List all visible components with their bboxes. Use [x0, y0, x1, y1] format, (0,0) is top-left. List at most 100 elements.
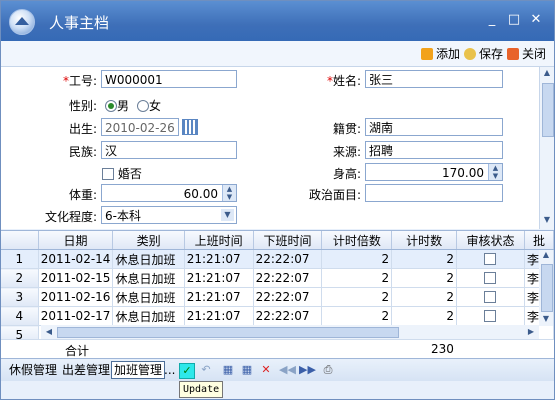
- native-label: 籍贯:: [332, 122, 361, 136]
- row-number: 2: [1, 268, 39, 288]
- print-icon[interactable]: ⎙: [321, 363, 335, 377]
- audit-checkbox[interactable]: [456, 268, 525, 288]
- emp-id-input[interactable]: W000001: [101, 70, 237, 88]
- first-page-icon[interactable]: ◀◀: [279, 363, 296, 377]
- gender-female-radio[interactable]: 女: [137, 97, 161, 114]
- type-cell[interactable]: 休息日加班: [112, 287, 185, 307]
- audit-checkbox[interactable]: [456, 287, 525, 307]
- table-row[interactable]: 4 2011-02-17 休息日加班 21:21:07 22:22:07 2 2…: [1, 306, 555, 326]
- date-cell[interactable]: 2011-02-17: [38, 306, 114, 326]
- col-header[interactable]: 审核状态: [456, 231, 525, 250]
- scroll-thumb[interactable]: [57, 327, 399, 338]
- education-select[interactable]: 6-本科 ▼: [101, 206, 237, 224]
- weight-stepper[interactable]: 60.00 ▲ ▼: [101, 184, 237, 202]
- hours-cell[interactable]: 2: [391, 268, 458, 288]
- birth-date-input[interactable]: 2010-02-26: [101, 118, 179, 136]
- on-time-cell[interactable]: 21:21:07: [184, 306, 254, 326]
- type-cell[interactable]: 休息日加班: [112, 249, 185, 269]
- toolbar: 添加 保存 关闭: [1, 41, 554, 67]
- height-stepper[interactable]: 170.00 ▲ ▼: [365, 163, 503, 181]
- off-time-cell[interactable]: 22:22:07: [253, 249, 323, 269]
- on-time-cell[interactable]: 21:21:07: [184, 249, 254, 269]
- undo-icon[interactable]: ↶: [199, 363, 213, 377]
- date-cell[interactable]: 2011-02-14: [38, 249, 114, 269]
- spin-arrows-icon[interactable]: ▲ ▼: [488, 164, 502, 180]
- col-header[interactable]: 计时数: [391, 231, 458, 250]
- weight-label: 体重:: [68, 188, 97, 202]
- off-time-cell[interactable]: 22:22:07: [253, 287, 323, 307]
- scroll-up-icon[interactable]: ▲: [541, 68, 553, 80]
- title-bar: 人事主档 _ □ ✕: [1, 1, 554, 41]
- scroll-thumb[interactable]: [542, 83, 554, 137]
- multiplier-cell[interactable]: 2: [321, 287, 393, 307]
- col-header[interactable]: 计时倍数: [321, 231, 393, 250]
- col-header[interactable]: 日期: [38, 231, 114, 250]
- bottom-tabs: 休假管理 出差管理 加班管理 ... ✓ ↶ ▦ ▦ ✕ ◀◀ ▶▶ ⎙: [1, 358, 554, 381]
- col-header[interactable]: 类别: [112, 231, 185, 250]
- form-scrollbar[interactable]: ▲ ▼: [539, 67, 554, 229]
- type-cell[interactable]: 休息日加班: [112, 306, 185, 326]
- scroll-thumb[interactable]: [541, 264, 553, 312]
- calendar-icon[interactable]: [182, 119, 198, 135]
- audit-checkbox[interactable]: [456, 249, 525, 269]
- name-label: *姓名:: [326, 74, 361, 88]
- married-checkbox[interactable]: 婚否: [102, 165, 142, 182]
- name-input[interactable]: 张三: [365, 70, 503, 88]
- off-time-cell[interactable]: 22:22:07: [253, 268, 323, 288]
- minimize-button[interactable]: _: [485, 13, 499, 27]
- add-label: 添加: [436, 47, 461, 61]
- ethnic-label: 民族:: [68, 145, 97, 159]
- checkbox-icon: [102, 168, 114, 180]
- on-time-cell[interactable]: 21:21:07: [184, 287, 254, 307]
- tab-leave[interactable]: 休假管理: [9, 362, 57, 378]
- date-cell[interactable]: 2011-02-15: [38, 268, 114, 288]
- scroll-down-icon[interactable]: ▼: [540, 314, 552, 326]
- table-row[interactable]: 2 2011-02-15 休息日加班 21:21:07 22:22:07 2 2…: [1, 268, 555, 288]
- maximize-button[interactable]: □: [507, 13, 521, 27]
- multiplier-cell[interactable]: 2: [321, 268, 393, 288]
- grid-icon[interactable]: ▦: [221, 363, 235, 377]
- table-row[interactable]: 1 2011-02-14 休息日加班 21:21:07 22:22:07 2 2…: [1, 249, 555, 269]
- close-window-button[interactable]: ✕: [529, 13, 543, 27]
- last-page-icon[interactable]: ▶▶: [299, 363, 316, 377]
- scroll-left-icon[interactable]: ◀: [43, 326, 55, 338]
- hours-cell[interactable]: 2: [391, 287, 458, 307]
- ethnic-input[interactable]: 汉: [101, 141, 237, 159]
- delete-icon[interactable]: ✕: [259, 363, 273, 377]
- add-button[interactable]: 添加: [421, 46, 460, 62]
- date-cell[interactable]: 2011-02-16: [38, 287, 114, 307]
- table-row[interactable]: 3 2011-02-16 休息日加班 21:21:07 22:22:07 2 2…: [1, 287, 555, 307]
- off-time-cell[interactable]: 22:22:07: [253, 306, 323, 326]
- grid-hscroll[interactable]: ◀ ▶: [41, 325, 539, 339]
- grid-vscroll[interactable]: ▲ ▼: [539, 250, 553, 326]
- spin-arrows-icon[interactable]: ▲ ▼: [222, 185, 236, 201]
- row-number: 4: [1, 306, 39, 326]
- scroll-down-icon[interactable]: ▼: [541, 215, 553, 227]
- col-header[interactable]: 下班时间: [253, 231, 323, 250]
- on-time-cell[interactable]: 21:21:07: [184, 268, 254, 288]
- close-button[interactable]: 关闭: [507, 46, 546, 62]
- grid-edit-icon[interactable]: ▦: [240, 363, 254, 377]
- gender-male-radio[interactable]: 男: [105, 97, 129, 114]
- hours-cell[interactable]: 2: [391, 249, 458, 269]
- native-input[interactable]: 湖南: [365, 118, 503, 136]
- col-header[interactable]: 上班时间: [184, 231, 254, 250]
- politics-input[interactable]: [365, 184, 503, 202]
- audit-checkbox[interactable]: [456, 306, 525, 326]
- scroll-up-icon[interactable]: ▲: [540, 250, 552, 262]
- tab-business-trip[interactable]: 出差管理: [62, 362, 110, 378]
- multiplier-cell[interactable]: 2: [321, 306, 393, 326]
- update-check-icon[interactable]: ✓: [179, 363, 195, 379]
- scroll-right-icon[interactable]: ▶: [525, 326, 537, 338]
- col-header[interactable]: 批: [524, 231, 555, 250]
- hours-cell[interactable]: 2: [391, 306, 458, 326]
- tab-more[interactable]: ...: [164, 362, 175, 378]
- multiplier-cell[interactable]: 2: [321, 249, 393, 269]
- tab-overtime[interactable]: 加班管理: [111, 361, 166, 379]
- save-icon: [464, 48, 476, 60]
- save-button[interactable]: 保存: [464, 46, 503, 62]
- close-label: 关闭: [522, 47, 547, 61]
- source-input[interactable]: 招聘: [365, 141, 503, 159]
- type-cell[interactable]: 休息日加班: [112, 268, 185, 288]
- source-label: 来源:: [332, 145, 361, 159]
